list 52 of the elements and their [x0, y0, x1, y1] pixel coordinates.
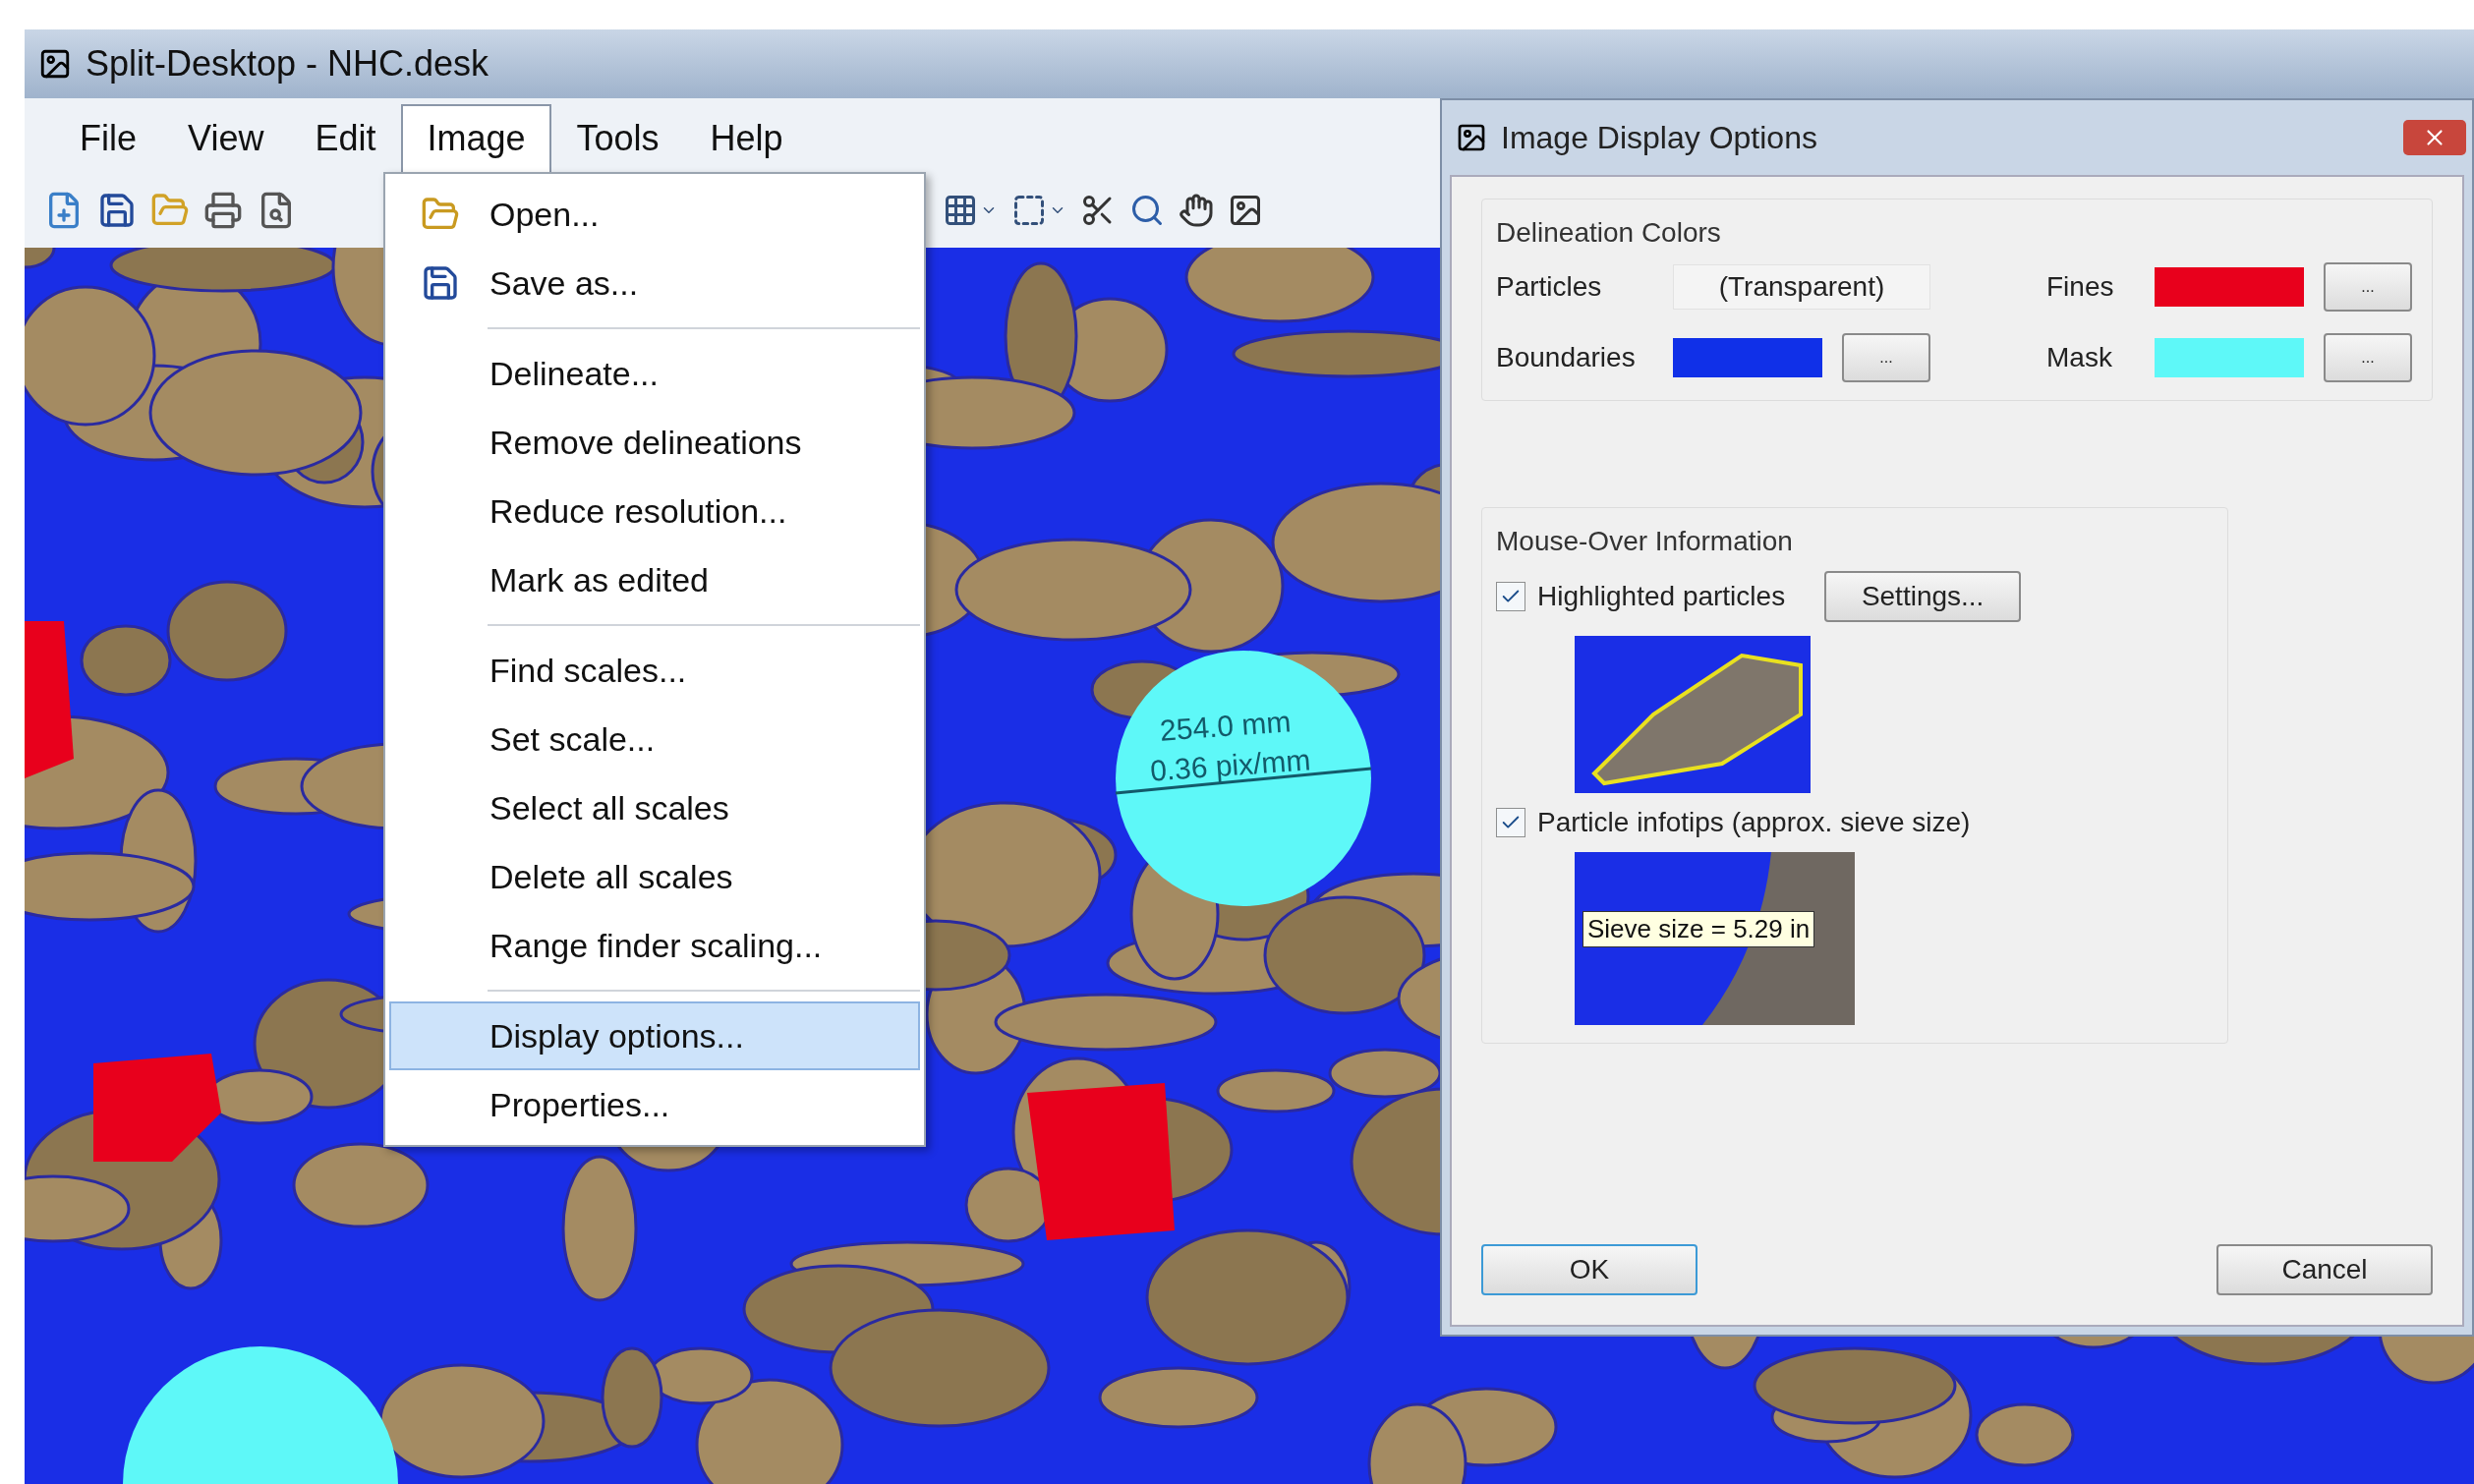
menu-item[interactable]: Edit — [289, 104, 402, 173]
save-icon — [421, 263, 460, 303]
dialog-title: Image Display Options — [1501, 119, 1818, 156]
color-swatch[interactable] — [1673, 338, 1822, 377]
menu-entry[interactable]: Delineate... — [389, 339, 920, 408]
group-title: Delineation Colors — [1496, 217, 1722, 249]
menu-entry[interactable]: Find scales... — [389, 636, 920, 705]
checkbox[interactable] — [1496, 582, 1525, 611]
color-label: Fines — [2046, 271, 2115, 303]
color-value-field: (Transparent) — [1673, 264, 1930, 310]
menu-entry[interactable]: Display options... — [389, 1001, 920, 1070]
menu-entry[interactable]: Save as... — [389, 249, 920, 317]
color-swatch[interactable] — [2155, 338, 2304, 377]
color-label: Particles — [1496, 271, 1603, 303]
menu-entry[interactable]: Set scale... — [389, 705, 920, 773]
group-title: Mouse-Over Information — [1496, 526, 1794, 557]
menu-entry[interactable]: Range finder scaling... — [389, 911, 920, 980]
color-label: Boundaries — [1496, 342, 1637, 373]
menu-entry[interactable]: Delete all scales — [389, 842, 920, 911]
rock-particle — [25, 248, 56, 269]
color-picker-button[interactable]: ... — [1842, 333, 1930, 382]
menu-entry[interactable]: Open... — [389, 180, 920, 249]
app-icon — [1456, 122, 1487, 153]
color-label: Mask — [2046, 342, 2113, 373]
menu-item[interactable]: View — [162, 104, 290, 173]
checkbox-label[interactable]: Particle infotips (approx. sieve size) — [1537, 807, 1971, 838]
menu-item[interactable]: Image — [401, 104, 551, 173]
app-icon — [38, 47, 72, 81]
infotip-text: Sieve size = 5.29 in — [1582, 911, 1815, 947]
settings-button[interactable]: Settings... — [1824, 571, 2022, 622]
search-icon[interactable] — [1129, 193, 1165, 228]
menu-item[interactable]: Help — [684, 104, 809, 173]
save-icon[interactable] — [97, 191, 137, 230]
menu-entry[interactable]: Select all scales — [389, 773, 920, 842]
menu-entry[interactable]: Mark as edited — [389, 545, 920, 614]
checkbox-label[interactable]: Highlighted particles — [1537, 581, 1786, 612]
menu-entry[interactable]: Properties... — [389, 1070, 920, 1139]
ok-button[interactable]: OK — [1481, 1244, 1697, 1295]
window-title: Split-Desktop - NHC.desk — [86, 43, 489, 85]
menu-item[interactable]: File — [54, 104, 162, 173]
hand-icon[interactable] — [1179, 193, 1214, 228]
color-picker-button[interactable]: ... — [2324, 262, 2412, 312]
color-picker-button[interactable]: ... — [2324, 333, 2412, 382]
menu-entry[interactable]: Reduce resolution... — [389, 477, 920, 545]
menu-entry[interactable]: Remove delineations — [389, 408, 920, 477]
close-button[interactable] — [2403, 120, 2466, 155]
image-icon[interactable] — [1228, 193, 1263, 228]
checkbox[interactable] — [1496, 808, 1525, 837]
menu-item[interactable]: Tools — [550, 104, 685, 173]
color-swatch[interactable] — [2155, 267, 2304, 307]
printer-icon[interactable] — [203, 191, 243, 230]
cancel-button[interactable]: Cancel — [2216, 1244, 2433, 1295]
